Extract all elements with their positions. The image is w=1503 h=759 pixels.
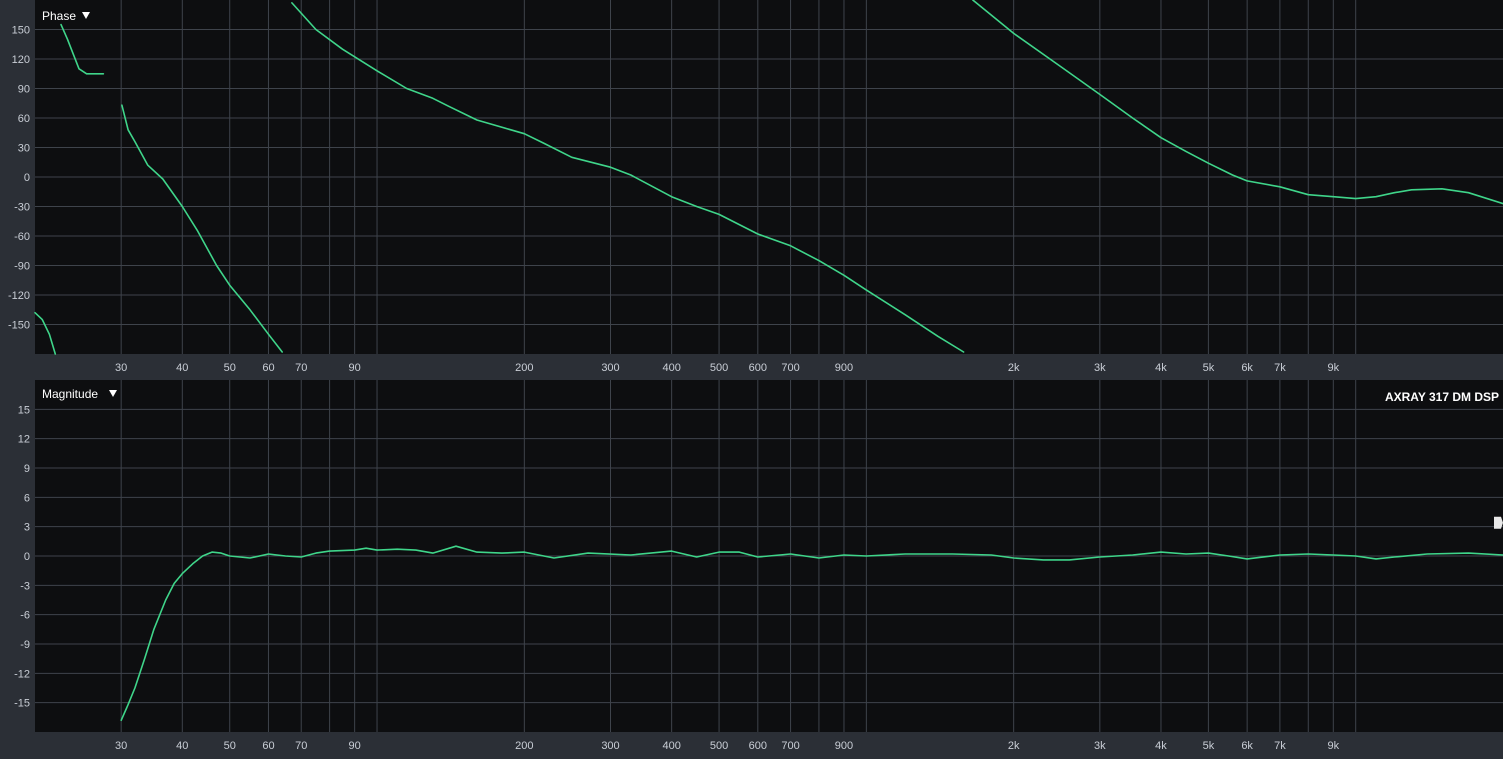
x-tick-label: 3k	[1094, 740, 1106, 752]
y-tick-label: 60	[18, 113, 30, 125]
phase-chart-panel: 150 120 90 60 30 0 -30 -60 -90 -120 -150 30 40 50 60 7…	[0, 0, 1503, 377]
x-tick-label: 200	[515, 362, 533, 374]
y-tick-label: -15	[14, 698, 30, 710]
y-tick-label: 120	[12, 54, 30, 66]
x-tick-label: 6k	[1241, 740, 1253, 752]
x-tick-label: 600	[749, 362, 767, 374]
y-tick-label: -30	[14, 202, 30, 214]
y-tick-label: -12	[14, 668, 30, 680]
magnitude-title: Magnitude	[42, 387, 98, 401]
model-name: AXRAY 317 DM DSP	[1385, 390, 1499, 404]
x-tick-label: 90	[349, 740, 361, 752]
y-tick-label: -60	[14, 231, 30, 243]
y-tick-label: 12	[18, 434, 30, 446]
y-tick-label: -3	[20, 580, 30, 592]
y-tick-label: 30	[18, 143, 30, 155]
x-tick-label: 50	[224, 362, 236, 374]
x-tick-label: 900	[835, 362, 853, 374]
y-tick-label: 9	[24, 463, 30, 475]
x-tick-label: 7k	[1274, 740, 1286, 752]
x-tick-label: 4k	[1155, 740, 1167, 752]
x-tick-label: 2k	[1008, 362, 1020, 374]
x-tick-label: 70	[295, 740, 307, 752]
magnitude-chart-panel: 15 12 9 6 3 0 -3 -6 -9 -12 -15 30 40 50 60 70 90 200 300 4…	[0, 380, 1503, 759]
y-tick-label: -90	[14, 261, 30, 273]
x-tick-label: 90	[349, 362, 361, 374]
y-tick-label: -120	[8, 290, 30, 302]
x-tick-label: 70	[295, 362, 307, 374]
x-tick-label: 3k	[1094, 362, 1106, 374]
x-tick-label: 40	[176, 362, 188, 374]
x-tick-label: 700	[781, 362, 799, 374]
y-tick-label: 6	[24, 492, 30, 504]
x-tick-label: 40	[176, 740, 188, 752]
x-tick-label: 500	[710, 362, 728, 374]
x-tick-label: 2k	[1008, 740, 1020, 752]
x-tick-label: 9k	[1327, 740, 1339, 752]
y-tick-label: 15	[18, 404, 30, 416]
x-tick-label: 5k	[1203, 362, 1215, 374]
magnitude-chart: 15129630-3-6-9-12-15 30 40 50 60 70 90 200 300 4…	[0, 380, 1503, 759]
x-tick-label: 7k	[1274, 362, 1286, 374]
x-tick-label: 4k	[1155, 362, 1167, 374]
x-tick-label: 60	[262, 740, 274, 752]
x-tick-label: 30	[115, 362, 127, 374]
x-tick-label: 50	[224, 740, 236, 752]
x-tick-label: 300	[601, 740, 619, 752]
phase-title: Phase	[42, 9, 76, 23]
x-tick-label: 500	[710, 740, 728, 752]
x-tick-label: 900	[835, 740, 853, 752]
y-tick-label: 90	[18, 84, 30, 96]
y-tick-label: 150	[12, 25, 30, 37]
x-tick-label: 200	[515, 740, 533, 752]
x-tick-label: 700	[781, 740, 799, 752]
x-tick-label: 30	[115, 740, 127, 752]
x-tick-label: 400	[662, 362, 680, 374]
magnitude-x-ticks: 30 40 50 60 70 90 200 300 400 500 600 700 900 2k 3k 4k 5…	[115, 740, 1340, 752]
y-tick-label: -9	[20, 639, 30, 651]
x-tick-label: 600	[749, 740, 767, 752]
x-tick-label: 400	[662, 740, 680, 752]
x-tick-label: 60	[262, 362, 274, 374]
x-tick-label: 9k	[1327, 362, 1339, 374]
y-tick-label: -150	[8, 320, 30, 332]
x-tick-label: 5k	[1203, 740, 1215, 752]
y-tick-label: 0	[24, 551, 30, 563]
y-tick-label: 0	[24, 172, 30, 184]
y-tick-label: -6	[20, 610, 30, 622]
y-tick-label: 3	[24, 522, 30, 534]
x-tick-label: 6k	[1241, 362, 1253, 374]
phase-chart: 1501209060300-30-60-90-120-150 30 40 50 60 7…	[0, 0, 1503, 377]
x-tick-label: 300	[601, 362, 619, 374]
phase-x-ticks: 30 40 50 60 70 90 200 300 400 500 600 700 900 2k 3k 4k 5…	[115, 362, 1340, 374]
